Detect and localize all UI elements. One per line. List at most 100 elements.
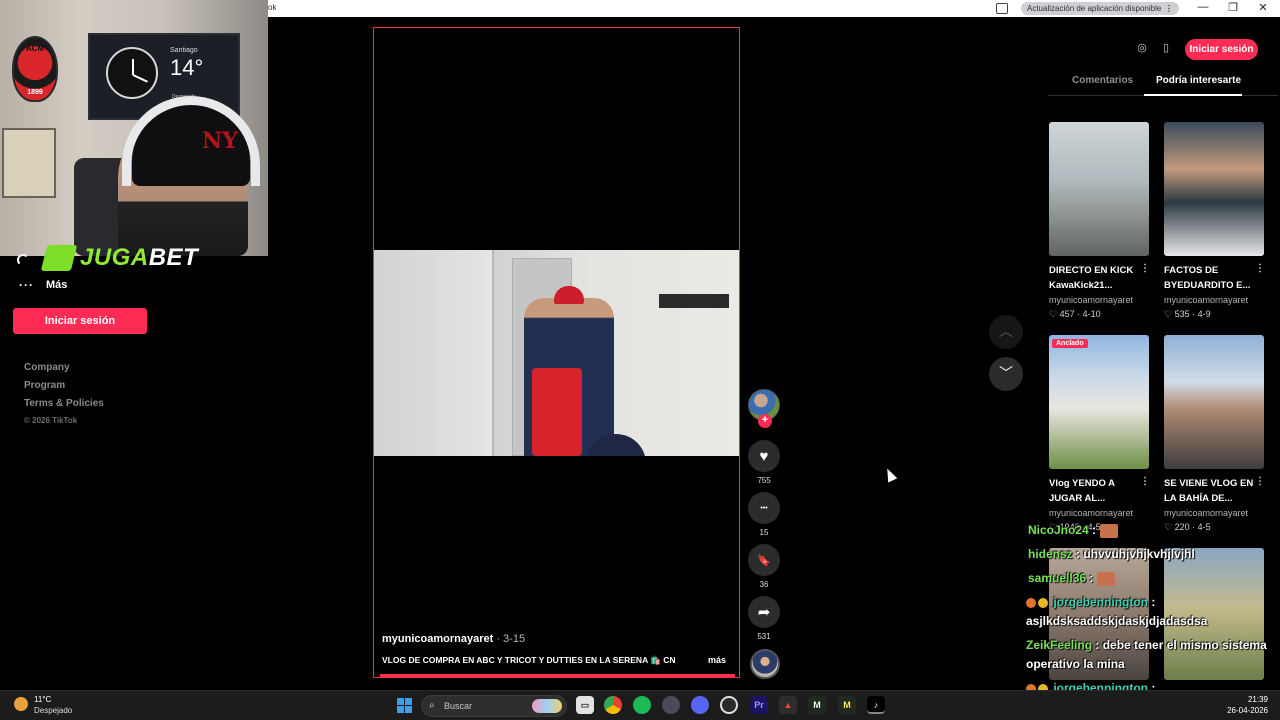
card-menu-icon[interactable]: ⋮ (1255, 263, 1265, 274)
chrome-icon[interactable] (604, 696, 622, 714)
login-button[interactable]: Iniciar sesión (13, 308, 147, 334)
sound-avatar[interactable] (750, 649, 780, 679)
update-available-button[interactable]: Actualización de aplicación disponible ⋮ (1021, 2, 1179, 15)
author-avatar[interactable]: + (748, 389, 780, 428)
next-video-button[interactable]: ﹀ (989, 357, 1023, 391)
video-thumbnail[interactable] (1049, 122, 1149, 256)
emote-icon (1100, 523, 1119, 538)
share-count: 531 (757, 632, 771, 641)
comment-icon: ••• (760, 504, 768, 512)
spotify-icon[interactable] (633, 696, 651, 714)
tiktok-icon[interactable]: ♪ (867, 696, 885, 714)
app-m2-icon[interactable]: M (838, 696, 856, 714)
framed-jersey (2, 128, 56, 198)
webcam-overlay: ACM 1899 Santiago 14° Despejado (0, 0, 268, 256)
card-title[interactable]: SE VIENE VLOG EN LA BAHÍA DE... (1164, 476, 1256, 506)
card-menu-icon[interactable]: ⋮ (1140, 476, 1150, 487)
video-thumbnail[interactable] (1164, 335, 1264, 469)
taskbar-weather[interactable]: Despejado (34, 706, 72, 715)
card-title[interactable]: Vlog YENDO A JUGAR AL... (1049, 476, 1141, 506)
pinned-badge: Anclado (1052, 339, 1088, 348)
phone-icon[interactable]: ▯ (1159, 41, 1173, 55)
sponsor-name-part1: JUGA (80, 244, 149, 271)
sponsor-icon (40, 245, 78, 271)
mouse-cursor-icon (882, 466, 898, 483)
card-author[interactable]: myunicoamornayaret (1164, 508, 1248, 518)
minimize-button[interactable]: — (1196, 1, 1210, 13)
chat-message-continued: operativo la mina (1026, 657, 1125, 671)
video-thumbnail[interactable]: Anclado (1049, 335, 1149, 469)
save-count: 36 (759, 580, 769, 589)
crest-year: 1899 (27, 89, 43, 96)
file-explorer-icon[interactable]: ▭ (576, 696, 594, 714)
taskbar-search[interactable]: ⌕ Buscar (421, 695, 567, 717)
display-city: Santiago (170, 47, 198, 54)
active-tab-indicator (1144, 94, 1242, 96)
update-menu-icon[interactable]: ⋮ (1165, 2, 1173, 15)
follow-plus-icon[interactable]: + (758, 414, 772, 428)
card-author[interactable]: myunicoamornayaret (1049, 508, 1133, 518)
chat-separator: : (1072, 547, 1084, 561)
header-login-button[interactable]: Iniciar sesión (1185, 39, 1258, 60)
card-stats: ♡ 220 · 4-5 (1164, 522, 1211, 532)
clock-date: 26-04-2026 (1227, 706, 1268, 715)
video-player[interactable]: myunicoamornayaret · 3-15 VLOG DE COMPRA… (373, 27, 740, 678)
card-menu-icon[interactable]: ⋮ (1255, 476, 1265, 487)
card-author[interactable]: myunicoamornayaret (1049, 295, 1133, 305)
premiere-icon[interactable]: Pr (750, 696, 768, 714)
search-highlight-icon (532, 699, 562, 713)
share-button[interactable]: ➦ (748, 596, 780, 628)
card-menu-icon[interactable]: ⋮ (1140, 263, 1150, 274)
weather-icon[interactable] (14, 697, 28, 711)
video-progress-bar[interactable] (380, 674, 735, 677)
windows-start-icon[interactable] (397, 698, 412, 713)
extensions-icon[interactable] (996, 3, 1008, 14)
compass-icon[interactable]: ◎ (1135, 41, 1149, 55)
footer-link-company[interactable]: Company (24, 362, 104, 380)
comment-button[interactable]: ••• (748, 492, 780, 524)
footer-link-terms[interactable]: Terms & Policies (24, 398, 104, 416)
panel-tabs: Comentarios Podría interesarte (1048, 72, 1278, 96)
author-avatar-wrap: + (748, 389, 780, 428)
sponsor-logo: JUGABET (40, 244, 199, 272)
adobe-app-icon[interactable]: ▲ (779, 696, 797, 714)
search-placeholder: Buscar (444, 701, 473, 711)
app-m-icon[interactable]: M (808, 696, 826, 714)
chat-message: NicoJno24 : (1028, 523, 1119, 538)
heart-icon: ♥ (759, 447, 769, 465)
caption-more-link[interactable]: más (708, 655, 726, 665)
save-button[interactable]: 🔖 (748, 544, 780, 576)
card-title[interactable]: DIRECTO EN KICK KawaKick21... (1049, 263, 1141, 293)
discord-icon[interactable] (691, 696, 709, 714)
video-frame[interactable] (374, 250, 739, 456)
loading-spinner-icon (17, 254, 29, 266)
previous-video-button[interactable]: ︿ (989, 315, 1023, 349)
sponsor-name-part2: BET (148, 244, 199, 271)
tab-recommended[interactable]: Podría interesarte (1156, 75, 1241, 86)
display-temperature: 14° (170, 55, 204, 80)
card-author[interactable]: myunicoamornayaret (1164, 295, 1248, 305)
like-count: 755 (757, 476, 771, 485)
tab-title-fragment[interactable]: ok (268, 3, 276, 12)
comment-action: ••• 15 (748, 492, 780, 540)
card-title[interactable]: FACTOS DE BYEDUARDITO E... (1164, 263, 1256, 293)
chat-text: debe tener el mismo sistema (1102, 638, 1267, 652)
sidebar-item-more[interactable]: ··· Más (19, 278, 67, 292)
media-app-icon[interactable] (662, 696, 680, 714)
tab-comments[interactable]: Comentarios (1072, 75, 1133, 86)
clock-time: 21:39 (1247, 695, 1268, 704)
obs-icon[interactable] (720, 696, 738, 714)
chat-text: asjlkdsksaddskjdaskjdjadasdsa (1026, 614, 1208, 628)
close-button[interactable]: ✕ (1256, 1, 1270, 14)
video-author[interactable]: myunicoamornayaret (382, 633, 493, 645)
video-thumbnail[interactable] (1164, 122, 1264, 256)
restore-button[interactable]: ❐ (1226, 1, 1240, 14)
crest-text: ACM (25, 44, 45, 53)
system-clock[interactable]: 21:39 26-04-2026 (1227, 694, 1268, 716)
like-button[interactable]: ♥ (748, 440, 780, 472)
taskbar: 11°C Despejado ⌕ Buscar ▭ Pr ▲ M M ♪ 21:… (0, 690, 1280, 720)
footer-link-program[interactable]: Program (24, 380, 104, 398)
chat-user: ZeikFeeling (1026, 638, 1093, 652)
chat-separator: : (1148, 595, 1156, 609)
taskbar-temperature[interactable]: 11°C (34, 695, 51, 704)
